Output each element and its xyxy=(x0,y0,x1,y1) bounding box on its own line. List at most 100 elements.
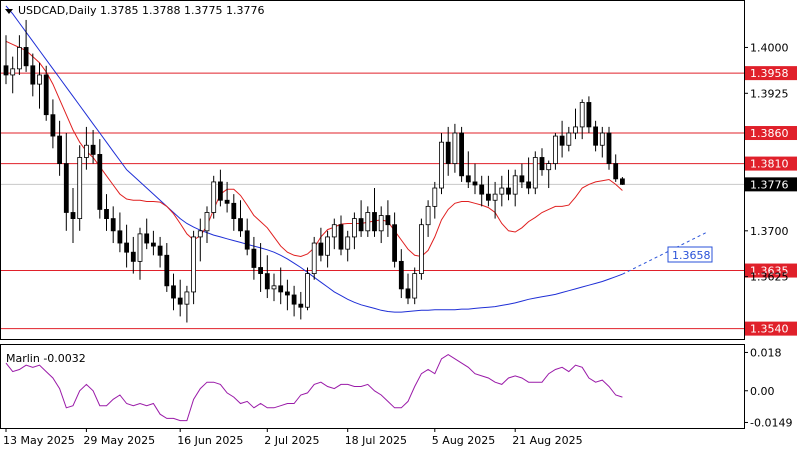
candle-body xyxy=(532,157,538,189)
price-tick-label: 1.4000 xyxy=(750,41,789,54)
candle-body xyxy=(90,144,96,155)
candle-body xyxy=(77,157,83,219)
candle-body xyxy=(191,236,197,293)
level-label: 1.3860 xyxy=(750,127,789,140)
time-tick-label: 21 Aug 2025 xyxy=(512,434,582,447)
candle-body xyxy=(43,74,49,116)
time-tick-label: 16 Jun 2025 xyxy=(177,434,243,447)
candle-body xyxy=(305,273,310,308)
candle-body xyxy=(392,224,398,262)
candle-body xyxy=(472,181,478,186)
price-tick-label: 1.3925 xyxy=(750,87,789,100)
candle-body xyxy=(264,273,270,290)
candle-body xyxy=(378,215,384,232)
candle-body xyxy=(130,251,136,262)
time-axis: 13 May 2025 29 May 2025 16 Jun 2025 2 Jul 2… xyxy=(3,428,583,447)
candle-body xyxy=(70,212,76,219)
candle-body xyxy=(385,215,391,226)
candle-body xyxy=(506,187,511,195)
candle-body xyxy=(238,218,243,232)
candle-body xyxy=(284,291,290,296)
price-axis: 1.39581.38601.38101.36351.35401.40001.39… xyxy=(744,41,797,336)
oscillator-tick-label: 0.00 xyxy=(750,385,775,398)
candle-body xyxy=(546,163,552,171)
candle-body xyxy=(204,212,210,232)
candle-body xyxy=(606,132,612,164)
candle-body xyxy=(331,224,337,238)
oscillator-axis: 0.018 0.00 -0.0149 xyxy=(744,346,792,429)
candle-body xyxy=(553,135,558,164)
candle-body xyxy=(492,193,498,201)
time-tick-label: 13 May 2025 xyxy=(3,434,75,447)
indicator-panel xyxy=(0,344,745,429)
candle-body xyxy=(418,224,424,275)
candle-body xyxy=(311,242,317,275)
candle-body xyxy=(104,209,109,219)
candle-body xyxy=(573,126,578,134)
candle-body xyxy=(84,144,89,158)
candle-body xyxy=(211,181,217,213)
candle-body xyxy=(291,294,297,305)
candle-body xyxy=(97,154,103,210)
candle-body xyxy=(338,224,344,250)
time-tick-label: 29 May 2025 xyxy=(83,434,155,447)
candle-body xyxy=(599,132,605,146)
candle-body xyxy=(318,242,324,256)
candle-body xyxy=(63,163,69,213)
candle-body xyxy=(559,135,565,146)
candle-body xyxy=(184,291,190,305)
level-label: 1.3958 xyxy=(750,67,789,80)
candle-body xyxy=(144,233,150,244)
candle-body xyxy=(57,135,62,164)
candle-body xyxy=(244,230,250,250)
candle-body xyxy=(566,132,572,146)
candle-body xyxy=(164,254,170,287)
candle-body xyxy=(224,199,230,204)
candle-body xyxy=(351,218,357,238)
candle-body xyxy=(512,175,518,195)
level-label: 1.3810 xyxy=(750,158,789,171)
candle-body xyxy=(197,230,203,238)
candle-body xyxy=(452,132,458,164)
candle-body xyxy=(358,218,364,232)
candle-body xyxy=(459,132,465,177)
candle-body xyxy=(3,65,9,76)
candle-body xyxy=(110,218,116,232)
candle-body xyxy=(23,47,29,67)
candle-body xyxy=(526,181,531,189)
candle-body xyxy=(445,141,451,164)
time-tick-label: 2 Jul 2025 xyxy=(264,434,319,447)
candle-body xyxy=(258,267,264,275)
candle-body xyxy=(539,157,545,171)
candle-body xyxy=(465,175,471,183)
candle-body xyxy=(171,285,176,299)
candle-body xyxy=(298,303,304,308)
candle-body xyxy=(217,181,223,201)
candle-body xyxy=(439,141,444,189)
candle-body xyxy=(593,126,598,146)
candle-body xyxy=(620,178,625,185)
candle-body xyxy=(586,102,592,128)
candle-body xyxy=(137,233,143,262)
candle-body xyxy=(231,202,237,219)
chart-canvas: 1.3658 1.39581.38601.38101.36351.35401.4… xyxy=(0,0,797,447)
candle-body xyxy=(499,187,505,195)
candle-body xyxy=(519,175,525,183)
candle-body xyxy=(345,236,351,250)
candle-body xyxy=(405,288,411,299)
candle-body xyxy=(579,102,585,128)
candle-body xyxy=(613,163,619,180)
candle-body xyxy=(271,285,277,290)
candle-body xyxy=(177,297,183,305)
oscillator-tick-label: -0.0149 xyxy=(750,416,792,429)
candle-body xyxy=(37,74,42,85)
candle-body xyxy=(50,114,56,137)
main-panel xyxy=(0,0,745,340)
level-label: 1.3540 xyxy=(750,323,789,336)
candle-body xyxy=(117,230,123,244)
candle-body xyxy=(278,285,284,293)
candle-body xyxy=(432,187,438,207)
symbol-header: USDCAD,Daily 1.3785 1.3788 1.3775 1.3776 xyxy=(18,4,264,17)
price-tick-label: 1.3625 xyxy=(750,271,789,284)
candle-body xyxy=(425,205,431,226)
